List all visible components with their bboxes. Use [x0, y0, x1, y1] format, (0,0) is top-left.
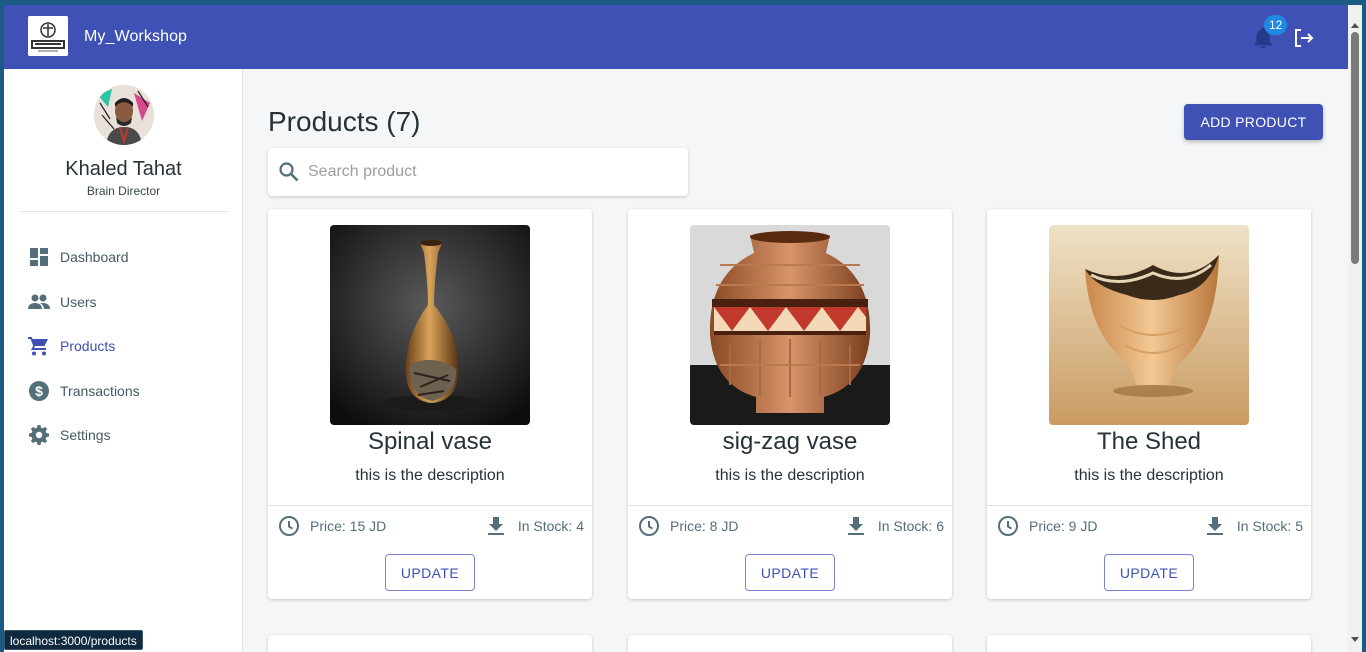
- user-role: Brain Director: [86, 184, 161, 198]
- sidebar-nav: Dashboard Users Products $ Transactions …: [20, 235, 228, 458]
- sidebar-item-label: Dashboard: [60, 249, 129, 266]
- product-price: Price: 8 JD: [670, 518, 739, 534]
- clock-icon: [638, 515, 660, 537]
- product-card: Spinal vase this is the description Pric…: [268, 209, 592, 599]
- card-divider: [628, 505, 952, 506]
- product-image: [330, 225, 530, 425]
- sidebar-item-users[interactable]: Users: [20, 280, 228, 325]
- product-image: [1049, 225, 1249, 425]
- sidebar-item-dashboard[interactable]: Dashboard: [20, 235, 228, 280]
- product-card: sig-zag vase this is the description Pri…: [628, 209, 952, 599]
- download-icon: [845, 515, 867, 537]
- product-card: The Shed this is the description Price: …: [987, 209, 1311, 599]
- page-title: Products (7): [268, 106, 421, 137]
- product-card: [628, 635, 952, 652]
- product-stock: In Stock: 4: [517, 518, 584, 534]
- product-name: Spinal vase: [367, 428, 493, 455]
- logout-icon[interactable]: [1291, 26, 1315, 50]
- sidebar: Khaled Tahat Brain Director Dashboard Us…: [4, 69, 243, 652]
- product-name: The Shed: [1096, 428, 1202, 455]
- product-description: this is the description: [1074, 467, 1224, 484]
- download-icon: [1204, 515, 1226, 537]
- sidebar-item-products[interactable]: Products: [20, 324, 228, 369]
- cart-icon: [28, 335, 50, 357]
- scroll-down-arrow-icon[interactable]: [1351, 637, 1359, 642]
- sidebar-item-label: Settings: [60, 427, 111, 444]
- update-button[interactable]: UPDATE: [1104, 554, 1194, 591]
- avatar[interactable]: [94, 85, 154, 145]
- product-card: [987, 635, 1311, 652]
- users-icon: [28, 291, 50, 313]
- product-name: sig-zag vase: [722, 428, 858, 455]
- workshop-logo[interactable]: [28, 16, 68, 56]
- clock-icon: [997, 515, 1019, 537]
- search-icon: [278, 161, 300, 183]
- svg-text:$: $: [35, 383, 43, 399]
- app-window: My_Workshop 12 Khaled Tahat Brain Direct…: [4, 5, 1348, 652]
- product-card: [268, 635, 592, 652]
- sidebar-divider: [20, 211, 228, 212]
- scrollbar-thumb[interactable]: [1351, 32, 1359, 264]
- product-price: Price: 15 JD: [310, 518, 387, 534]
- product-stock: In Stock: 5: [1236, 518, 1303, 534]
- notification-count-badge: 12: [1264, 15, 1288, 35]
- product-price: Price: 9 JD: [1029, 518, 1098, 534]
- scroll-up-arrow-icon[interactable]: [1351, 23, 1359, 28]
- dollar-icon: $: [28, 380, 50, 402]
- card-divider: [987, 505, 1311, 506]
- update-button[interactable]: UPDATE: [745, 554, 835, 591]
- search-box: [268, 148, 688, 196]
- card-divider: [268, 505, 592, 506]
- sidebar-item-settings[interactable]: Settings: [20, 413, 228, 458]
- product-image: [690, 225, 890, 425]
- download-icon: [485, 515, 507, 537]
- product-description: this is the description: [355, 467, 505, 484]
- product-description: this is the description: [715, 467, 865, 484]
- sidebar-item-label: Transactions: [60, 382, 140, 399]
- top-app-bar: My_Workshop 12: [4, 5, 1348, 69]
- dashboard-icon: [28, 246, 50, 268]
- user-name: Khaled Tahat: [65, 158, 182, 180]
- clock-icon: [278, 515, 300, 537]
- sidebar-item-label: Users: [60, 293, 97, 310]
- app-title: My_Workshop: [84, 28, 188, 45]
- product-stock: In Stock: 6: [877, 518, 944, 534]
- gear-icon: [28, 424, 50, 446]
- add-product-button[interactable]: ADD PRODUCT: [1184, 104, 1323, 140]
- page-scrollbar[interactable]: [1348, 5, 1362, 652]
- search-input[interactable]: [308, 160, 668, 184]
- update-button[interactable]: UPDATE: [385, 554, 475, 591]
- sidebar-item-transactions[interactable]: $ Transactions: [20, 369, 228, 414]
- link-status-url: localhost:3000/products: [4, 630, 143, 650]
- sidebar-item-label: Products: [60, 338, 116, 355]
